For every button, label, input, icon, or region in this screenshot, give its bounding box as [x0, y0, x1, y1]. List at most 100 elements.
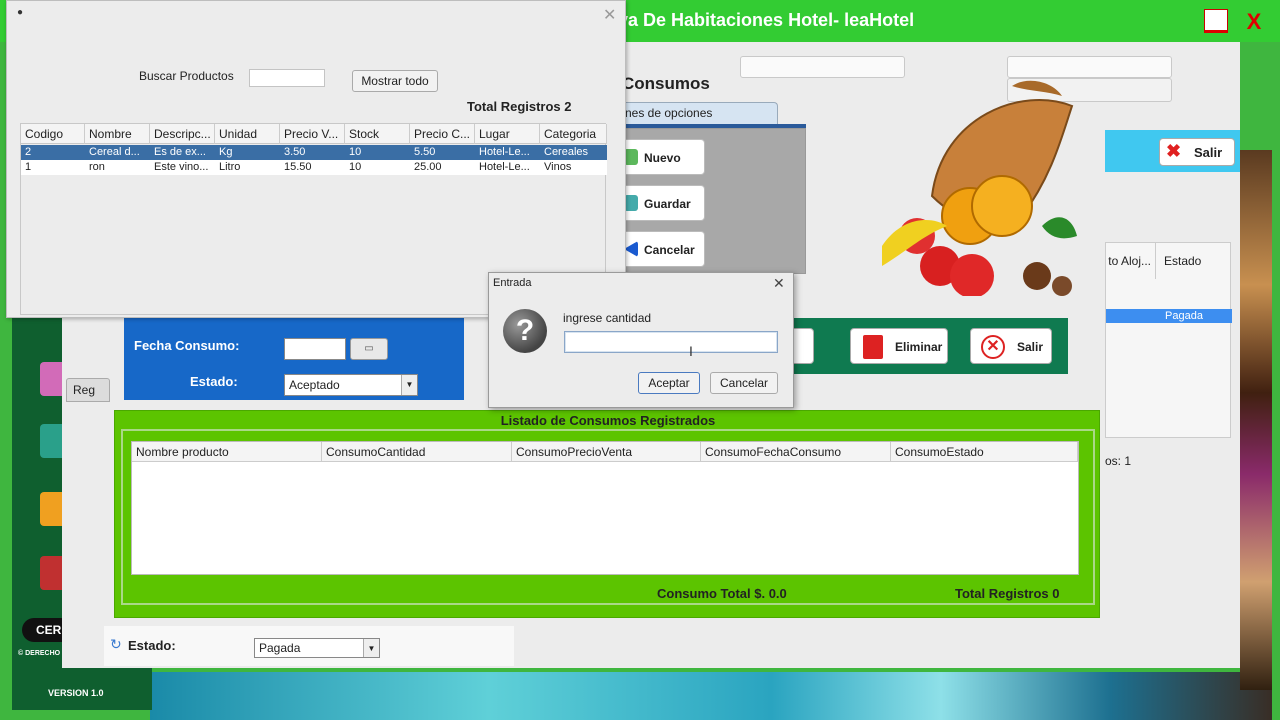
salir-label: Salir — [1194, 145, 1223, 160]
table-cell: 2 — [25, 146, 32, 158]
close-circle-icon: ✕ — [981, 335, 1005, 359]
column-header[interactable]: ConsumoPrecioVenta — [512, 442, 701, 462]
tab-registro[interactable]: Reg — [66, 378, 110, 402]
close-icon[interactable]: ✕ — [603, 5, 616, 25]
table-cell: Cereales — [544, 146, 589, 158]
table-header: Codigo Nombre Descripc... Unidad Precio … — [21, 124, 607, 144]
fecha-consumo-label: Fecha Consumo: — [134, 338, 240, 353]
table-cell: 10 — [349, 161, 362, 173]
table-cell: Hotel-Le... — [479, 161, 530, 173]
text-cursor-icon: I — [689, 343, 693, 359]
mostrar-todo-button[interactable]: Mostrar todo — [352, 70, 438, 92]
cantidad-input[interactable] — [564, 331, 778, 353]
column-header[interactable]: Stock — [345, 124, 410, 144]
total-registros: Total Registros 2 — [467, 99, 572, 114]
column-header[interactable]: ConsumoFechaConsumo — [701, 442, 891, 462]
nuevo-label: Nuevo — [644, 151, 681, 165]
buscar-productos-label: Buscar Productos — [139, 69, 234, 83]
column-header[interactable]: Unidad — [215, 124, 280, 144]
trash-icon — [863, 335, 883, 359]
table-cell: 15.50 — [284, 161, 312, 173]
question-icon: ? — [503, 309, 547, 353]
eliminar-button[interactable]: Eliminar — [850, 328, 948, 364]
estado-select[interactable]: Aceptado ▼ — [284, 374, 418, 396]
table-cell: Kg — [219, 146, 233, 158]
column-header[interactable]: Precio C... — [410, 124, 475, 144]
refresh-icon[interactable]: ↻ — [110, 636, 122, 653]
salir-strip: ✖ Salir — [1105, 130, 1240, 172]
table-cell: 5.50 — [414, 146, 436, 158]
dialog-title: Entrada — [493, 277, 532, 289]
chevron-down-icon[interactable]: ▼ — [363, 639, 379, 657]
top-field[interactable] — [1007, 56, 1172, 78]
close-main-window-button[interactable]: X — [1240, 8, 1268, 36]
table-cell: Es de ex... — [154, 146, 206, 158]
consumo-form-panel: Fecha Consumo: ▭ Estado: Aceptado ▼ — [124, 312, 464, 400]
table-row[interactable]: 2 Cereal d... Es de ex... Kg 3.50 10 5.5… — [21, 145, 607, 160]
tab-opciones[interactable]: nes de opciones — [618, 102, 778, 124]
bottom-estado-row: ↻ Estado: Pagada ▼ — [104, 626, 514, 666]
guardar-label: Guardar — [644, 197, 691, 211]
consumo-total: Consumo Total $. 0.0 — [657, 586, 787, 601]
column-header[interactable]: to Aloj... — [1106, 243, 1156, 279]
top-field[interactable] — [740, 56, 905, 78]
table-cell: ron — [89, 161, 105, 173]
salir-top-button[interactable]: ✖ Salir — [1159, 138, 1235, 166]
column-header[interactable]: Lugar — [475, 124, 540, 144]
column-header[interactable]: Nombre producto — [132, 442, 322, 462]
salir-button[interactable]: ✕ Salir — [970, 328, 1052, 364]
estado-label: Estado: — [190, 374, 238, 389]
table-cell: Cereal d... — [89, 146, 140, 158]
cancelar-button[interactable]: Cancelar — [710, 372, 778, 394]
column-header[interactable]: ConsumoEstado — [891, 442, 1078, 462]
cornucopia-illustration — [882, 80, 1077, 296]
hotel-pool-background — [150, 672, 1280, 720]
options-panel: Nuevo Guardar Cancelar — [618, 128, 806, 274]
listado-panel: Listado de Consumos Registrados Nombre p… — [114, 410, 1100, 618]
column-header[interactable]: Precio V... — [280, 124, 345, 144]
estado-label: Estado: — [128, 638, 176, 653]
column-header[interactable]: Descripc... — [150, 124, 215, 144]
cancelar-label: Cancelar — [644, 243, 695, 257]
version-label: VERSION 1.0 — [48, 688, 104, 698]
pagos-count: os: 1 — [1105, 454, 1132, 468]
eliminar-label: Eliminar — [895, 340, 943, 354]
java-icon: ● — [17, 7, 24, 18]
guardar-button[interactable]: Guardar — [619, 185, 705, 221]
table-cell: 1 — [25, 161, 32, 173]
table-row[interactable]: Pagada — [1106, 309, 1232, 323]
chevron-down-icon[interactable]: ▼ — [401, 375, 417, 395]
column-header[interactable]: Categoria — [540, 124, 607, 144]
column-header[interactable]: ConsumoCantidad — [322, 442, 512, 462]
calendar-button[interactable]: ▭ — [350, 338, 388, 360]
calendar-icon: ▭ — [364, 343, 374, 354]
cancelar-button[interactable]: Cancelar — [619, 231, 705, 267]
column-header[interactable]: Estado — [1156, 243, 1232, 279]
consumos-title: Consumos — [622, 74, 710, 93]
nuevo-button[interactable]: Nuevo — [619, 139, 705, 175]
pagos-table: to Aloj... Estado Pagada — [1105, 242, 1232, 438]
aceptar-button[interactable]: Aceptar — [638, 372, 700, 394]
estado-filter-select[interactable]: Pagada ▼ — [254, 638, 380, 658]
listado-title: Listado de Consumos Registrados — [500, 413, 716, 428]
table-cell: 10 — [349, 146, 362, 158]
ingrese-cantidad-label: ingrese cantidad — [563, 311, 652, 325]
table-row[interactable]: 1 ron Este vino... Litro 15.50 10 25.00 … — [21, 160, 607, 175]
main-window-title: va De Habitaciones Hotel- leaHotel — [618, 10, 915, 30]
close-icon[interactable]: ✕ — [773, 275, 785, 292]
estado-filter-value: Pagada — [259, 641, 301, 655]
fecha-consumo-input[interactable] — [284, 338, 346, 360]
new-icon — [624, 149, 638, 165]
productos-window: ● ✕ Buscar Productos Mostrar todo Total … — [6, 0, 626, 318]
column-header[interactable]: Codigo — [21, 124, 85, 144]
entrada-dialog: Entrada ✕ ? ingrese cantidad I Aceptar C… — [488, 272, 794, 408]
consumos-table[interactable]: Nombre producto ConsumoCantidad ConsumoP… — [131, 441, 1079, 575]
maximize-button[interactable] — [1204, 9, 1228, 33]
close-icon: ✖ — [1166, 141, 1182, 161]
table-cell: Hotel-Le... — [479, 146, 530, 158]
table-cell: Litro — [219, 161, 241, 173]
save-icon — [624, 195, 638, 211]
buscar-productos-input[interactable] — [249, 69, 325, 87]
table-cell: Vinos — [544, 161, 572, 173]
column-header[interactable]: Nombre — [85, 124, 150, 144]
